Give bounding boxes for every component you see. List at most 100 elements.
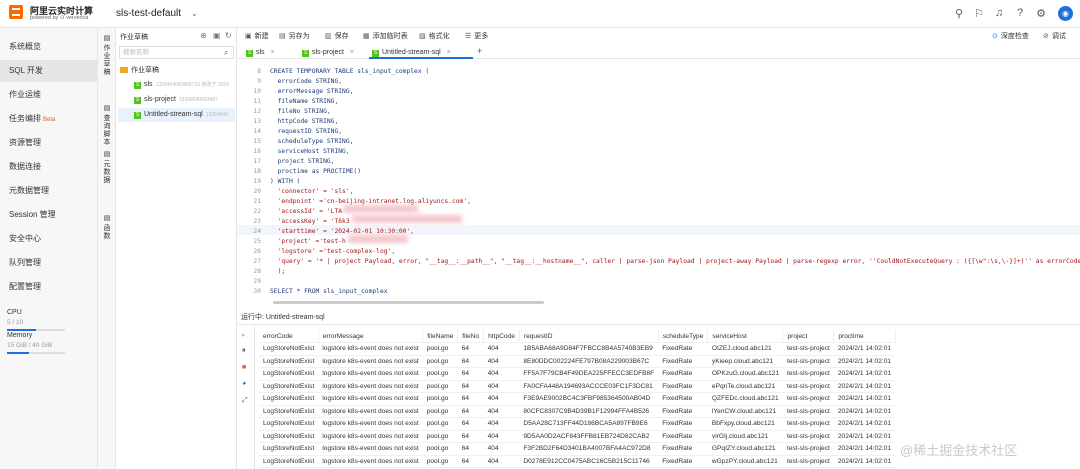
close-icon[interactable]: ×: [271, 49, 275, 56]
toolbar-label: 添加临时表: [372, 33, 408, 40]
nav-item-1[interactable]: SQL 开发: [0, 60, 97, 82]
expand-icon[interactable]: ⤢: [242, 397, 248, 405]
vtab-icon-2: ▤: [103, 151, 111, 158]
table-cell: 2024/2/1 14:02:01: [833, 455, 896, 468]
toolbar-button-4[interactable]: ▧ 格式化: [419, 31, 450, 41]
tree-node-2[interactable]: S Untitled-stream-sql 13264640: [118, 108, 235, 122]
table-cell: 404: [483, 392, 520, 406]
panel-divider[interactable]: [237, 324, 1080, 325]
column-header[interactable]: errorCode: [259, 330, 319, 343]
vtab-3[interactable]: 函数: [101, 225, 113, 241]
toolbar-button-3[interactable]: ▦ 添加临时表: [363, 31, 408, 41]
column-header[interactable]: httpCode: [483, 330, 520, 343]
vtab-icon-0: ▤: [103, 35, 111, 42]
vtab-1[interactable]: 查询脚本: [101, 115, 113, 147]
close-icon[interactable]: ×: [350, 49, 354, 56]
result-table: errorCode errorMessage fileName fileNo httpC…: [259, 330, 896, 468]
column-header[interactable]: requestID: [519, 330, 659, 343]
table-cell: pool.go: [422, 430, 458, 443]
deep-check-button[interactable]: ⊙ 深度检查: [992, 31, 1029, 41]
table-cell: 64: [457, 430, 484, 443]
table-row[interactable]: LogStoreNotExist logstore k8s-event does …: [259, 430, 896, 443]
code-editor[interactable]: 8 CREATE TEMPORARY TABLE sls_input_comple…: [237, 62, 1080, 324]
project-selector[interactable]: sls-test-default: [116, 8, 181, 19]
refresh-icon[interactable]: ↻: [225, 31, 232, 40]
table-cell: 64: [457, 417, 484, 431]
result-side-tools: ▸ ⏸ ■ ◕ ⤢: [237, 325, 255, 469]
toolbar-button-0[interactable]: ▣ 新建: [245, 31, 269, 41]
table-cell: logstore k8s-event does not exist: [318, 430, 423, 443]
column-header[interactable]: errorMessage: [318, 330, 424, 343]
vtab-2[interactable]: 元数据: [101, 161, 113, 185]
table-cell: 404: [483, 405, 520, 418]
nav-item-3[interactable]: 任务编排 Beta: [0, 108, 97, 130]
editor-tab-2[interactable]: S Untitled-stream-sql ×: [369, 46, 473, 59]
tree-node-meta: 1326464090868733 修改于 2024: [155, 82, 229, 88]
nav-item-2[interactable]: 作业运维: [0, 84, 97, 106]
nav-item-0[interactable]: 系统概览: [0, 36, 97, 58]
nav-item-label: 作业运维: [9, 90, 41, 99]
toolbar-label: 更多: [474, 33, 489, 40]
toolbar-button-1[interactable]: ▤ 另存为: [279, 31, 310, 41]
tree-search-input[interactable]: 搜索名称: [119, 46, 234, 59]
collapse-icon[interactable]: ▣: [213, 31, 221, 40]
editor-tab-0[interactable]: Ssls ×: [243, 46, 293, 59]
table-row[interactable]: LogStoreNotExist logstore k8s-event does …: [259, 380, 896, 393]
table-row[interactable]: LogStoreNotExist logstore k8s-event does …: [259, 442, 896, 456]
add-tab-icon[interactable]: +: [477, 46, 482, 56]
pause-icon[interactable]: ⏸: [242, 347, 246, 355]
nav-item-9[interactable]: 队列管理: [0, 252, 97, 274]
vertical-tabs: ▤ 作业草稿 ▤ 查询脚本 ▤ 元数据 ▤ 函数: [98, 28, 116, 469]
column-header[interactable]: fileNo: [457, 330, 485, 343]
locate-icon[interactable]: ⊕: [200, 31, 207, 40]
table-row[interactable]: LogStoreNotExist logstore k8s-event does …: [259, 367, 896, 381]
nav-item-8[interactable]: 安全中心: [0, 228, 97, 250]
column-header[interactable]: project: [782, 330, 835, 343]
column-header[interactable]: fileName: [422, 330, 459, 343]
table-row[interactable]: LogStoreNotExist logstore k8s-event does …: [259, 342, 896, 356]
editor-tab-1[interactable]: Ssls-project ×: [299, 46, 363, 59]
help-icon[interactable]: ?: [1013, 6, 1027, 20]
stop-icon[interactable]: ■: [242, 364, 246, 371]
line-number: 30: [253, 288, 261, 295]
pin-icon[interactable]: ⚐: [972, 6, 986, 20]
column-header[interactable]: scheduleType: [658, 330, 709, 343]
settings-icon[interactable]: ⚙: [1034, 6, 1048, 20]
aliyun-logo-icon[interactable]: [9, 5, 23, 19]
horizontal-scrollbar[interactable]: [273, 301, 544, 304]
nav-item-6[interactable]: 元数据管理: [0, 180, 97, 202]
nav-item-5[interactable]: 数据连接: [0, 156, 97, 178]
search-icon[interactable]: ⌕: [224, 48, 228, 58]
rocket-icon[interactable]: ⚲: [952, 6, 966, 20]
editor-tab-label: sls-project: [312, 49, 344, 56]
line-number: 24: [253, 228, 261, 235]
tree-node-0[interactable]: Ssls 1326464090868733 修改于 2024: [118, 78, 235, 92]
table-row[interactable]: LogStoreNotExist logstore k8s-event does …: [259, 455, 896, 468]
table-row[interactable]: LogStoreNotExist logstore k8s-event does …: [259, 355, 896, 368]
vtab-0[interactable]: 作业草稿: [101, 45, 113, 77]
nav-item-10[interactable]: 配置管理: [0, 276, 97, 298]
table-cell: FixedRate: [658, 455, 708, 468]
toolbar-button-2[interactable]: ▥ 保存: [325, 31, 349, 41]
table-cell: GPqIZY.cloud.abc121: [707, 442, 783, 456]
tree-node-1[interactable]: Ssls-project 13268640683487: [118, 93, 235, 107]
chart-icon[interactable]: ◕: [242, 380, 246, 387]
debug-button[interactable]: ⊘ 调试: [1043, 31, 1066, 41]
nav-item-7[interactable]: Session 管理: [0, 204, 97, 226]
table-row[interactable]: LogStoreNotExist logstore k8s-event does …: [259, 405, 896, 418]
table-row[interactable]: LogStoreNotExist logstore k8s-event does …: [259, 392, 896, 406]
code-line: fileName STRING,: [270, 98, 339, 105]
table-row[interactable]: LogStoreNotExist logstore k8s-event does …: [259, 417, 896, 431]
column-header[interactable]: proctime: [833, 330, 896, 343]
column-header[interactable]: serviceHost: [707, 330, 784, 343]
tree-folder[interactable]: 作业草稿: [120, 64, 235, 78]
table-cell: D0278E912CC0475ABC16C5B215C11746: [519, 455, 659, 468]
avatar[interactable]: ◉: [1058, 6, 1073, 21]
run-icon[interactable]: ▸: [242, 331, 246, 339]
chevron-down-icon[interactable]: ⌄: [191, 9, 198, 18]
bell-icon[interactable]: ♫: [992, 6, 1006, 20]
table-cell: LogStoreNotExist: [259, 392, 319, 406]
close-icon[interactable]: ×: [447, 49, 451, 56]
toolbar-button-5[interactable]: ☰ 更多: [465, 31, 488, 41]
nav-item-4[interactable]: 资源管理: [0, 132, 97, 154]
